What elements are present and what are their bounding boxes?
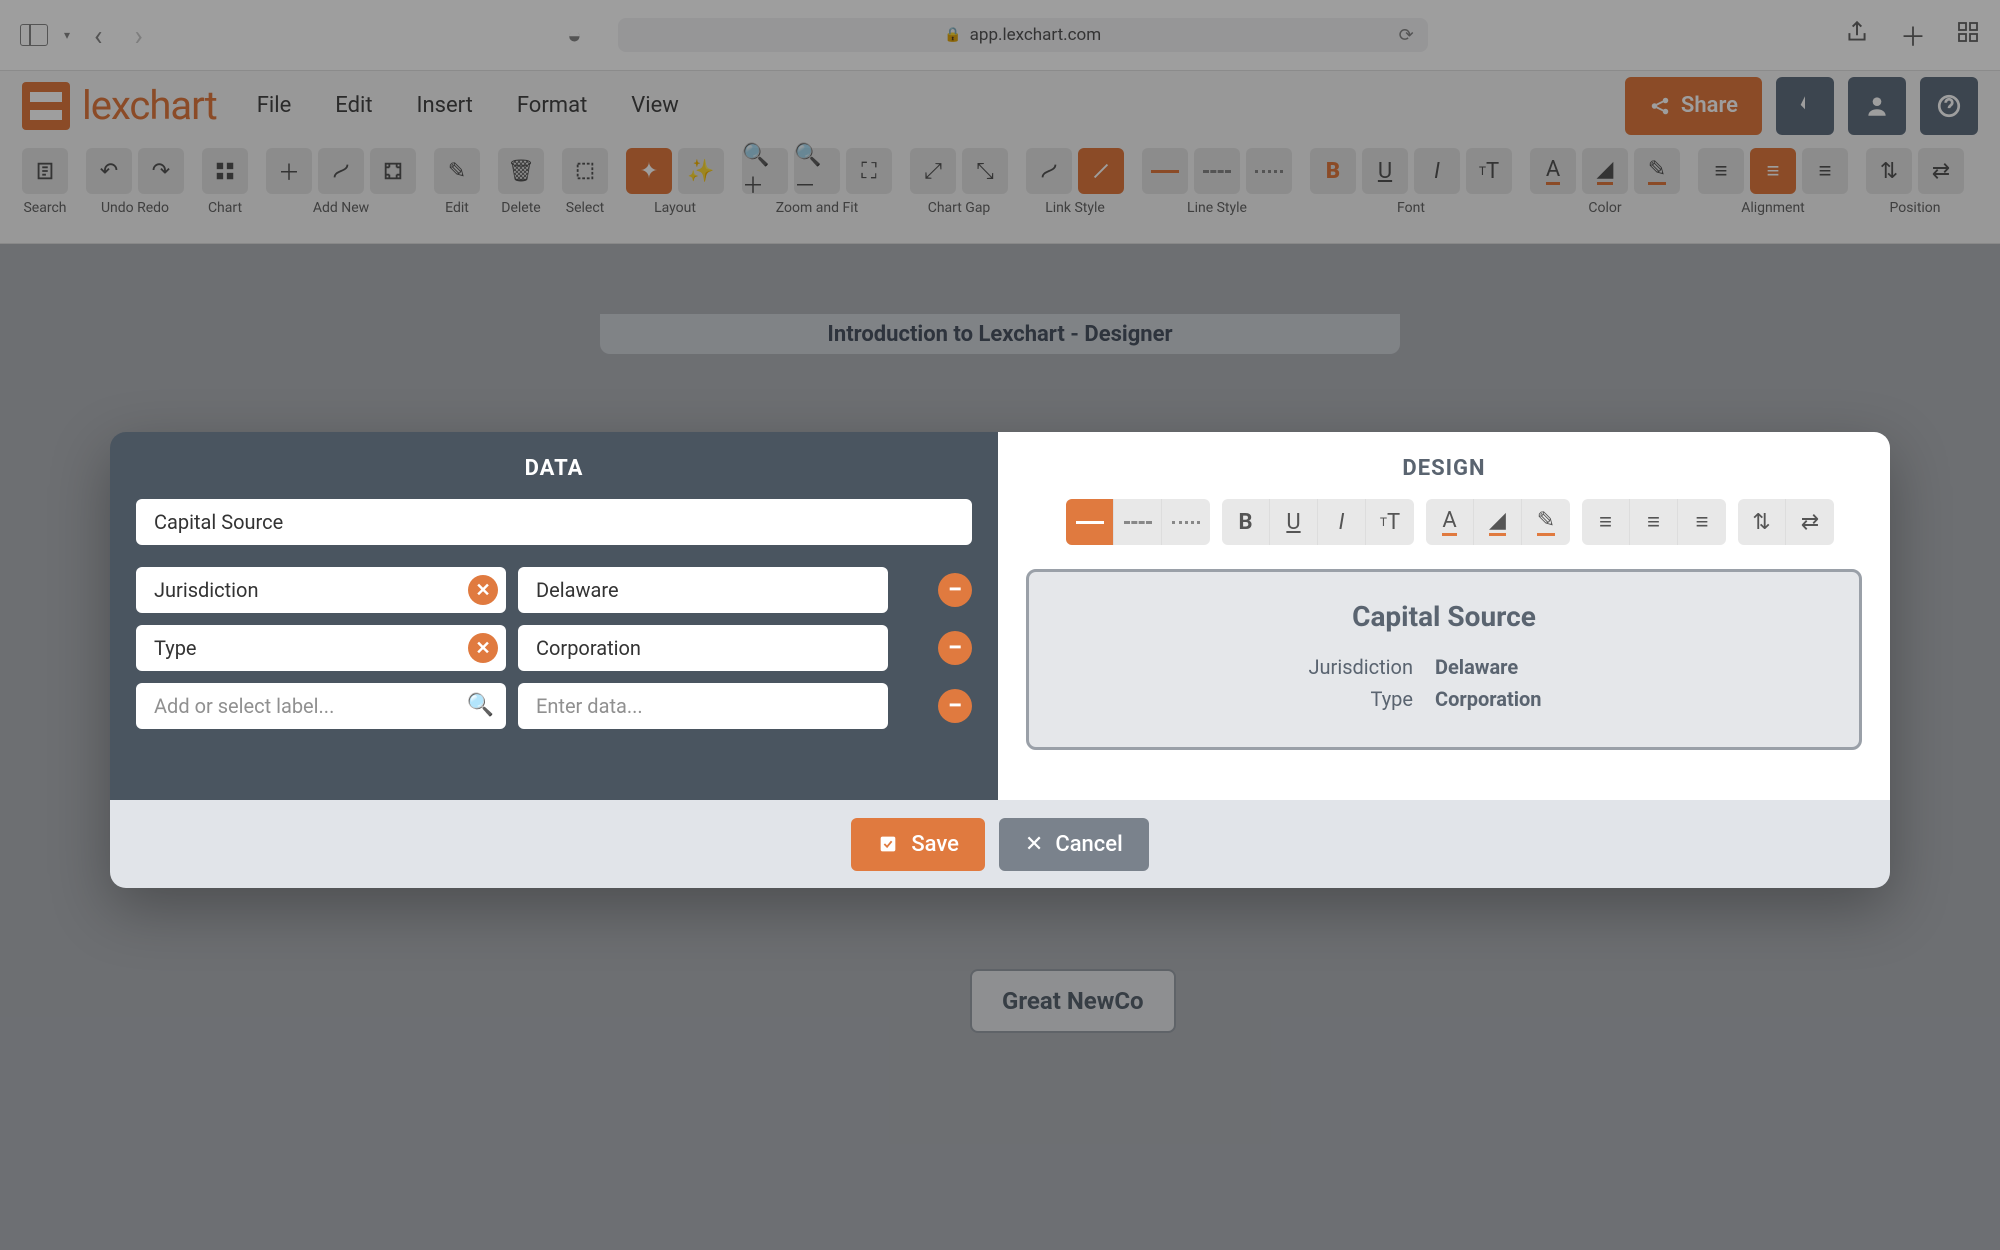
data-panel: DATA ✕ − ✕ − <box>110 432 998 800</box>
d-italic[interactable]: I <box>1318 499 1366 545</box>
value-input-1[interactable] <box>518 625 888 671</box>
node-name-input[interactable] <box>136 499 972 545</box>
edit-modal: DATA ✕ − ✕ − <box>110 432 1890 888</box>
d-border-color[interactable]: ✎ <box>1522 499 1570 545</box>
preview-title: Capital Source <box>1059 600 1829 633</box>
cancel-button[interactable]: ✕ Cancel <box>999 818 1149 871</box>
clear-label-1[interactable]: ✕ <box>468 633 498 663</box>
d-line-dash[interactable] <box>1114 499 1162 545</box>
add-value-input[interactable] <box>518 683 888 729</box>
data-panel-title: DATA <box>136 456 972 481</box>
preview-key-0: Jurisdiction <box>1253 655 1413 679</box>
design-panel: DESIGN B U I TT A ◢ ✎ <box>998 432 1890 800</box>
search-icon[interactable]: 🔍 <box>467 693 494 718</box>
d-line-solid[interactable] <box>1066 499 1114 545</box>
modal-footer: Save ✕ Cancel <box>110 800 1890 888</box>
design-panel-title: DESIGN <box>1026 456 1862 481</box>
d-line-dot[interactable] <box>1162 499 1210 545</box>
d-textsize[interactable]: TT <box>1366 499 1414 545</box>
d-position-v[interactable]: ⇅ <box>1738 499 1786 545</box>
d-bold[interactable]: B <box>1222 499 1270 545</box>
add-label-input[interactable] <box>136 683 506 729</box>
remove-row-new[interactable]: − <box>938 689 972 723</box>
d-align-right[interactable]: ≡ <box>1678 499 1726 545</box>
d-text-color[interactable]: A <box>1426 499 1474 545</box>
clear-label-0[interactable]: ✕ <box>468 575 498 605</box>
d-fill-color[interactable]: ◢ <box>1474 499 1522 545</box>
preview-val-0: Delaware <box>1435 655 1635 679</box>
remove-row-0[interactable]: − <box>938 573 972 607</box>
d-align-left[interactable]: ≡ <box>1582 499 1630 545</box>
d-position-h[interactable]: ⇄ <box>1786 499 1834 545</box>
remove-row-1[interactable]: − <box>938 631 972 665</box>
preview-key-1: Type <box>1253 687 1413 711</box>
save-label: Save <box>911 832 959 857</box>
d-underline[interactable]: U <box>1270 499 1318 545</box>
d-align-center[interactable]: ≡ <box>1630 499 1678 545</box>
save-button[interactable]: Save <box>851 818 985 871</box>
close-icon: ✕ <box>1025 832 1043 857</box>
value-input-0[interactable] <box>518 567 888 613</box>
label-input-0[interactable] <box>136 567 506 613</box>
preview-val-1: Corporation <box>1435 687 1635 711</box>
cancel-label: Cancel <box>1055 832 1122 857</box>
label-input-1[interactable] <box>136 625 506 671</box>
node-preview: Capital Source Jurisdiction Delaware Typ… <box>1026 569 1862 750</box>
